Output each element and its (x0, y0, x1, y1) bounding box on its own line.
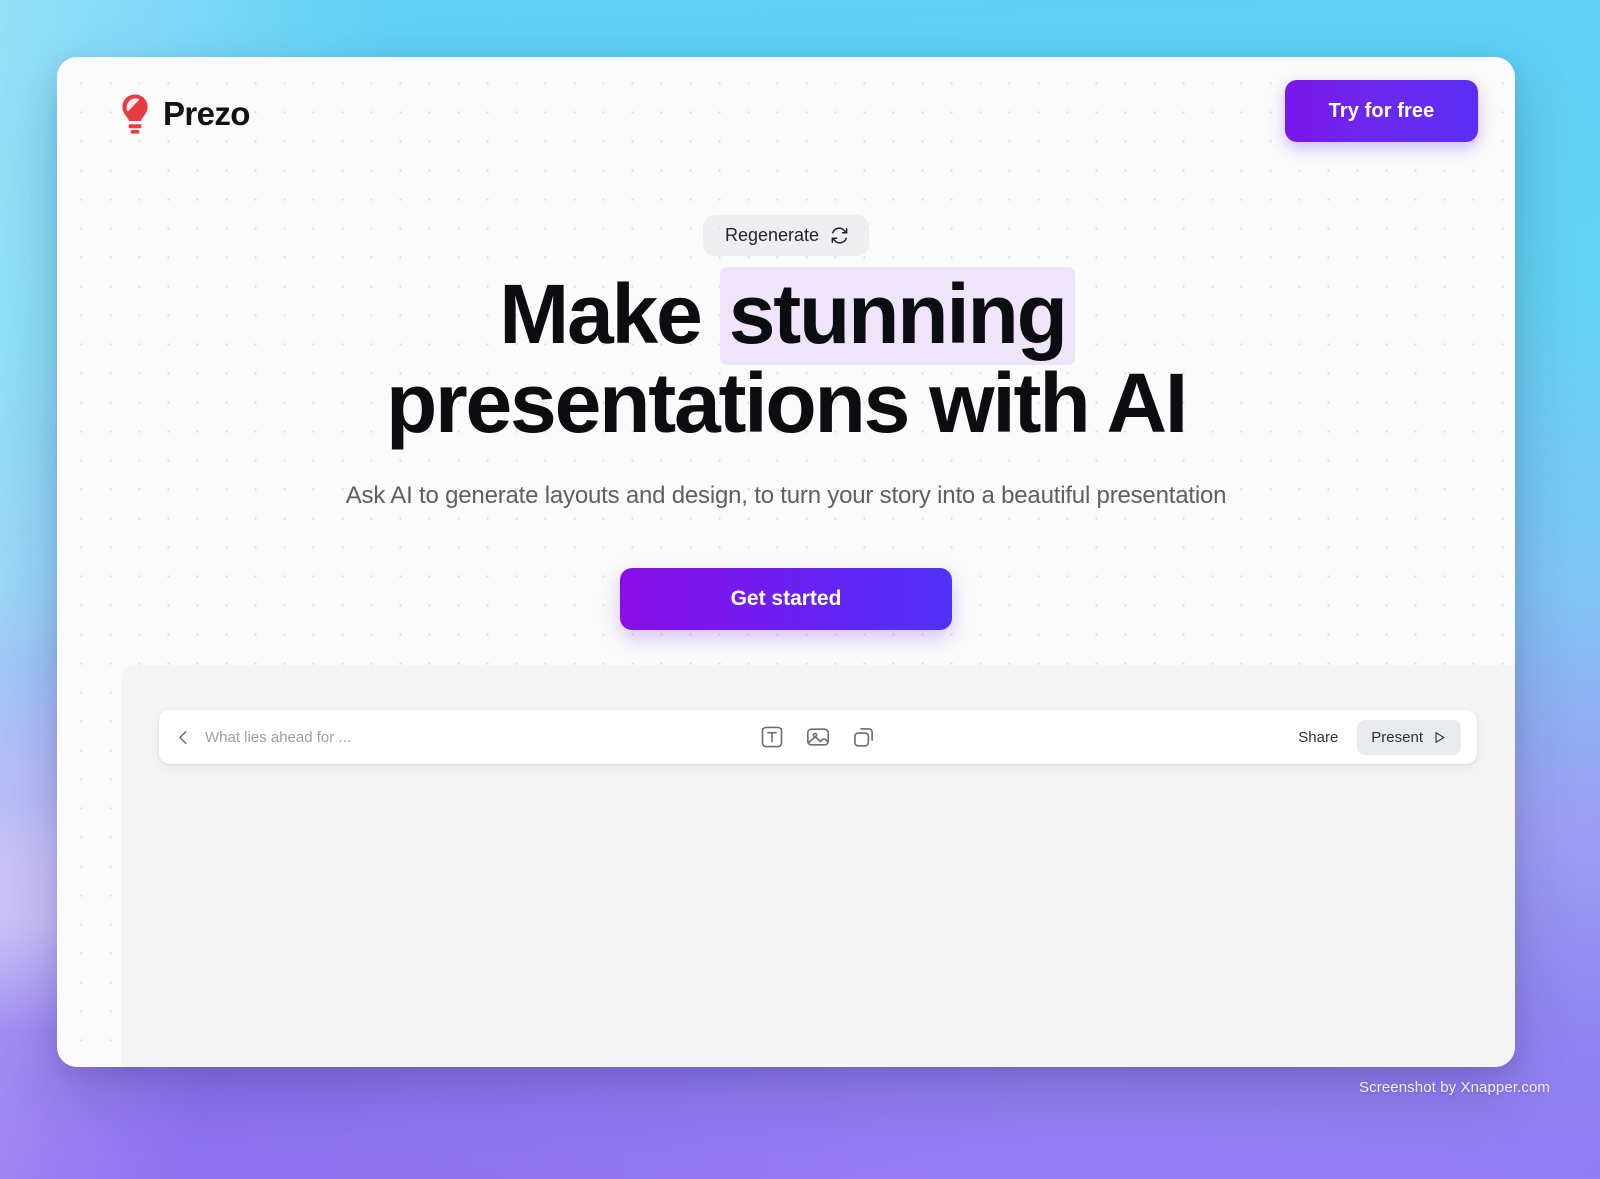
refresh-cycle-icon (830, 226, 849, 245)
headline-part-1: Make (499, 267, 722, 361)
editor-toolbar: What lies ahead for ... Share Present (159, 710, 1477, 764)
toolbar-left-group: What lies ahead for ... (175, 729, 351, 746)
play-triangle-icon (1432, 730, 1447, 745)
regenerate-label: Regenerate (724, 225, 820, 245)
get-started-button[interactable]: Get started (620, 568, 952, 631)
headline-highlight: stunning (719, 267, 1075, 365)
document-title[interactable]: What lies ahead for ... (205, 729, 351, 746)
app-header: Prezo Try for free (57, 57, 1515, 197)
brand-name: Prezo (163, 95, 250, 132)
chevron-left-icon[interactable] (175, 729, 192, 746)
shapes-icon[interactable] (851, 724, 877, 750)
share-button[interactable]: Share (1285, 721, 1351, 754)
regenerate-button[interactable]: Regenerate (702, 215, 870, 256)
image-icon[interactable] (805, 724, 831, 750)
page-title: Make stunning presentations with AI (57, 267, 1515, 451)
toolbar-right-group: Share Present (1285, 719, 1461, 755)
toolbar-tools-group (159, 724, 1477, 750)
headline-line-1: Make stunning (499, 267, 1075, 365)
text-box-icon[interactable] (759, 724, 785, 750)
app-window: Prezo Try for free Regenerate Make stunn… (57, 57, 1515, 1067)
present-label: Present (1371, 728, 1423, 746)
watermark: Screenshot by Xnapper.com (1359, 1079, 1550, 1096)
editor-preview-panel: What lies ahead for ... Share Present (121, 665, 1515, 1067)
brand-logo[interactable]: Prezo (120, 69, 250, 135)
headline-line-2: presentations with AI (385, 356, 1188, 451)
try-for-free-button[interactable]: Try for free (1285, 80, 1478, 142)
present-button[interactable]: Present (1357, 719, 1461, 755)
hero-subtitle: Ask AI to generate layouts and design, t… (345, 482, 1227, 510)
lightbulb-icon (120, 93, 150, 135)
